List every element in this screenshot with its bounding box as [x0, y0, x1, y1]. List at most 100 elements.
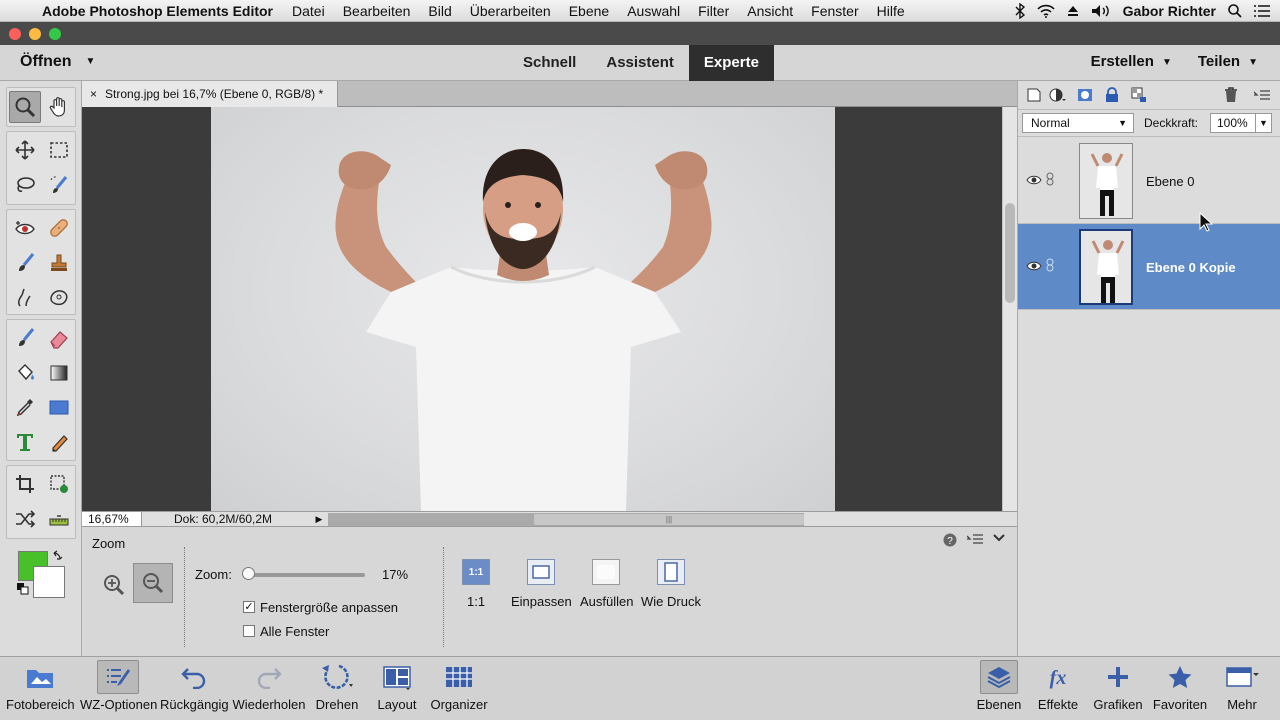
tool-options-button[interactable]: WZ-Optionen: [80, 657, 157, 720]
zoom-out-button[interactable]: [133, 563, 173, 603]
menu-ebene[interactable]: Ebene: [569, 3, 609, 19]
menu-bearbeiten[interactable]: Bearbeiten: [343, 3, 411, 19]
gradient-tool[interactable]: [43, 357, 75, 389]
tab-assistent[interactable]: Assistent: [591, 45, 689, 81]
tab-experte[interactable]: Experte: [688, 45, 774, 81]
menu-ueberarbeiten[interactable]: Überarbeiten: [470, 3, 551, 19]
fit-window-checkbox[interactable]: ✓: [243, 601, 255, 613]
close-document-icon[interactable]: ×: [90, 87, 97, 101]
notification-list-icon[interactable]: [1254, 5, 1270, 17]
move-tool[interactable]: [9, 134, 41, 166]
graphics-button[interactable]: Grafiken: [1090, 657, 1146, 720]
lasso-tool[interactable]: [9, 169, 41, 201]
menu-auswahl[interactable]: Auswahl: [627, 3, 680, 19]
minimize-window-button[interactable]: [29, 28, 41, 40]
photo-bin-button[interactable]: Fotobereich: [6, 657, 75, 720]
visibility-eye-icon[interactable]: [1026, 174, 1042, 186]
menu-filter[interactable]: Filter: [698, 3, 729, 19]
play-triangle-icon[interactable]: ▶: [312, 512, 326, 527]
menu-hilfe[interactable]: Hilfe: [877, 3, 905, 19]
quick-selection-tool[interactable]: [43, 169, 75, 201]
layers-panel-button[interactable]: Ebenen: [970, 657, 1028, 720]
app-menu[interactable]: Adobe Photoshop Elements Editor: [42, 3, 273, 19]
share-button[interactable]: Teilen ▼: [1198, 53, 1258, 70]
help-icon[interactable]: ?: [943, 533, 957, 547]
recompose-tool[interactable]: [43, 468, 75, 500]
layer-mask-button[interactable]: [1075, 85, 1095, 105]
fill-screen-button[interactable]: [592, 559, 620, 585]
spotlight-search-icon[interactable]: [1228, 4, 1242, 18]
all-windows-checkbox[interactable]: [243, 625, 255, 637]
layer-thumbnail[interactable]: [1079, 143, 1133, 219]
layer-name[interactable]: Ebene 0 Kopie: [1146, 260, 1236, 275]
horizontal-scrollbar[interactable]: |||: [328, 513, 804, 526]
straighten-tool[interactable]: [43, 503, 75, 535]
canvas-area[interactable]: [82, 107, 1002, 511]
paint-bucket-tool[interactable]: [9, 357, 41, 389]
eject-icon[interactable]: [1067, 5, 1079, 17]
panel-menu-icon[interactable]: [967, 533, 983, 545]
clone-stamp-tool[interactable]: [43, 247, 75, 279]
chevron-down-icon[interactable]: ▼: [1255, 114, 1271, 132]
fit-screen-button[interactable]: [527, 559, 555, 585]
open-button[interactable]: Öffnen ▼: [20, 53, 95, 71]
eyedropper-tool[interactable]: [9, 391, 41, 423]
delete-layer-button[interactable]: [1221, 85, 1241, 105]
red-eye-tool[interactable]: [9, 212, 41, 244]
sponge-tool[interactable]: [43, 281, 75, 313]
type-tool[interactable]: [9, 426, 41, 458]
pencil-tool[interactable]: [43, 426, 75, 458]
link-chain-icon[interactable]: [1046, 258, 1054, 272]
eraser-tool[interactable]: [43, 322, 75, 354]
blur-tool[interactable]: [9, 281, 41, 313]
marquee-tool[interactable]: [43, 134, 75, 166]
photo-strong-man[interactable]: [211, 107, 835, 511]
opacity-field[interactable]: 100% ▼: [1210, 113, 1272, 133]
new-layer-button[interactable]: [1024, 85, 1044, 105]
layout-button[interactable]: Layout: [372, 657, 422, 720]
vertical-scrollbar[interactable]: [1002, 107, 1017, 511]
visibility-eye-icon[interactable]: [1026, 260, 1042, 272]
shape-tool[interactable]: [43, 391, 75, 423]
tab-schnell[interactable]: Schnell: [508, 45, 591, 81]
layer-thumbnail[interactable]: [1079, 229, 1133, 305]
bluetooth-icon[interactable]: [1015, 3, 1025, 19]
zoom-in-button[interactable]: [98, 569, 130, 601]
brush-tool[interactable]: [9, 322, 41, 354]
menu-fenster[interactable]: Fenster: [811, 3, 858, 19]
document-tab[interactable]: × Strong.jpg bei 16,7% (Ebene 0, RGB/8) *: [82, 81, 338, 107]
default-colors-icon[interactable]: [17, 583, 29, 595]
swap-colors-icon[interactable]: [52, 549, 64, 564]
layer-name[interactable]: Ebene 0: [1146, 174, 1194, 189]
undo-button[interactable]: Rückgängig: [160, 657, 229, 720]
user-name[interactable]: Gabor Richter: [1123, 3, 1216, 19]
fit-window-label[interactable]: Fenstergröße anpassen: [260, 600, 398, 615]
menu-bild[interactable]: Bild: [428, 3, 451, 19]
layer-row[interactable]: Ebene 0: [1018, 138, 1280, 224]
horizontal-scroll-thumb[interactable]: |||: [534, 514, 804, 525]
blend-mode-select[interactable]: Normal ▼: [1022, 113, 1134, 133]
wifi-icon[interactable]: [1037, 4, 1055, 18]
menu-datei[interactable]: Datei: [292, 3, 325, 19]
adjustment-layer-button[interactable]: [1048, 85, 1068, 105]
lock-all-button[interactable]: [1102, 85, 1122, 105]
zoom-percent-field[interactable]: 16,67%: [82, 512, 142, 527]
spot-healing-tool[interactable]: [43, 212, 75, 244]
zoom-slider-track[interactable]: [247, 573, 365, 577]
link-chain-icon[interactable]: [1046, 172, 1054, 186]
lock-transparency-button[interactable]: [1129, 85, 1149, 105]
zoom-slider-thumb[interactable]: [242, 567, 255, 580]
vertical-scroll-thumb[interactable]: [1005, 203, 1015, 303]
layers-panel-menu[interactable]: [1252, 85, 1272, 105]
zoom-1-1-button[interactable]: 1:1: [462, 559, 490, 585]
favorites-button[interactable]: Favoriten: [1150, 657, 1210, 720]
effects-button[interactable]: fx Effekte: [1032, 657, 1084, 720]
print-size-button[interactable]: [657, 559, 685, 585]
crop-tool[interactable]: [9, 468, 41, 500]
hand-tool[interactable]: [43, 91, 75, 123]
collapse-chevron-icon[interactable]: [993, 533, 1005, 543]
more-button[interactable]: Mehr: [1216, 657, 1268, 720]
organizer-button[interactable]: Organizer: [428, 657, 490, 720]
content-aware-move-tool[interactable]: [9, 503, 41, 535]
close-window-button[interactable]: [9, 28, 21, 40]
